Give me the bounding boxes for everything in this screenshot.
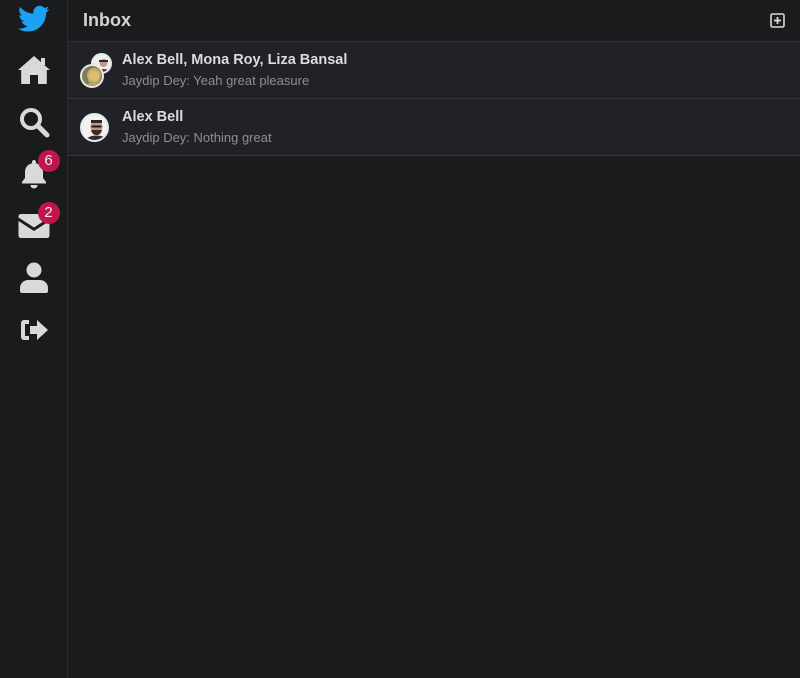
twitter-logo[interactable] <box>12 4 56 34</box>
nav-logout[interactable] <box>12 310 56 350</box>
plus-square-icon <box>769 13 785 28</box>
new-message-button[interactable] <box>768 12 786 30</box>
nav-notifications[interactable]: 6 <box>12 150 60 194</box>
home-icon <box>17 56 50 84</box>
conversation-name: Alex Bell <box>122 109 184 125</box>
conversation-preview: Jaydip Dey: Yeah great pleasure <box>122 73 310 88</box>
person-photo-icon <box>86 68 102 86</box>
conversation-name: Alex Bell, Mona Roy, Liza Bansal <box>122 52 348 68</box>
nav-profile[interactable] <box>12 258 56 298</box>
conversation-item[interactable]: Alex Bell, Mona Roy, Liza Bansal Jaydip … <box>68 42 800 99</box>
inbox-panel: Inbox Alex Bell, Mona Roy, Liza Bansal J… <box>68 0 800 678</box>
search-icon <box>19 108 49 138</box>
page-title: Inbox <box>83 10 131 30</box>
nav-messages[interactable]: 2 <box>12 202 60 246</box>
conversation-text: Alex Bell Jaydip Dey: Nothing great <box>122 109 272 145</box>
inbox-header: Inbox <box>68 0 800 42</box>
avatar <box>80 113 109 142</box>
sidebar: 6 2 <box>0 0 68 678</box>
user-icon <box>19 262 48 293</box>
messages-badge: 2 <box>37 202 60 224</box>
twitter-bird-icon <box>17 5 49 32</box>
group-avatar <box>80 53 112 88</box>
conversation-item[interactable]: Alex Bell Jaydip Dey: Nothing great <box>68 99 800 156</box>
sign-out-icon <box>20 320 48 340</box>
nav-search[interactable] <box>12 102 56 142</box>
nav-home[interactable] <box>12 50 56 90</box>
conversation-text: Alex Bell, Mona Roy, Liza Bansal Jaydip … <box>122 52 347 88</box>
avatar <box>80 64 104 88</box>
app: 6 2 Inbox Alex Bell, Mona Roy, Liza Bans… <box>0 0 800 678</box>
conversation-list: Alex Bell, Mona Roy, Liza Bansal Jaydip … <box>68 42 800 156</box>
person-photo-icon <box>85 120 107 140</box>
conversation-preview: Jaydip Dey: Nothing great <box>122 130 272 145</box>
notifications-badge: 6 <box>37 150 60 172</box>
single-avatar <box>80 110 110 144</box>
